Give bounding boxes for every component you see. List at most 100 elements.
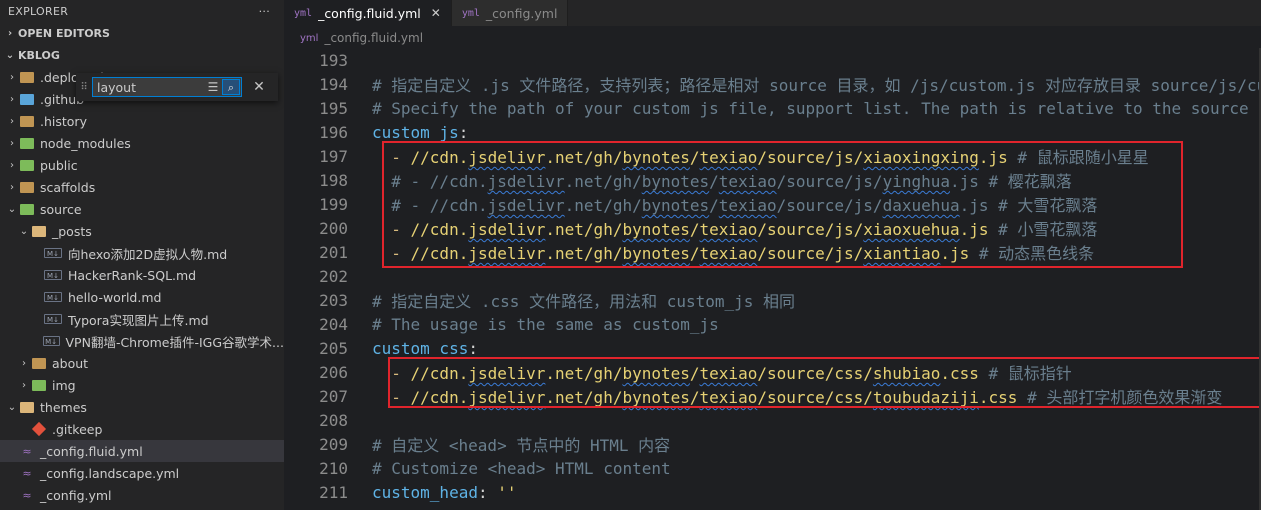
line-number: 198 bbox=[319, 170, 348, 190]
code-line[interactable]: 207 - //cdn.jsdelivr.net/gh/bynotes/texi… bbox=[284, 384, 1261, 408]
code-line[interactable]: 198 # - //cdn.jsdelivr.net/gh/bynotes/te… bbox=[284, 168, 1261, 192]
line-content: - //cdn.jsdelivr.net/gh/bynotes/texiao/s… bbox=[372, 360, 1072, 384]
code-token: yinghua bbox=[882, 172, 950, 191]
tree-item[interactable]: › about bbox=[0, 352, 284, 374]
chevron-down-icon: ⌄ bbox=[19, 225, 29, 237]
tab-config-fluid[interactable]: yml _config.fluid.yml ✕ bbox=[284, 0, 452, 26]
code-line[interactable]: 195 # Specify the path of your custom js … bbox=[284, 96, 1261, 120]
drag-handle-icon[interactable]: ⠿ bbox=[78, 82, 90, 93]
code-token: xiaoxuehua bbox=[863, 220, 960, 239]
fuzzy-match-icon[interactable]: ⌕ bbox=[222, 79, 240, 95]
open-editors-section[interactable]: › OPEN EDITORS bbox=[0, 22, 284, 44]
tree-item[interactable]: › .history bbox=[0, 110, 284, 132]
tree-item[interactable]: M↓ 向hexo添加2D虚拟人物.md bbox=[0, 242, 284, 264]
tree-item[interactable]: M↓ HackerRank-SQL.md bbox=[0, 264, 284, 286]
chevron-down-icon: ⌄ bbox=[5, 49, 15, 61]
line-content: # - //cdn.jsdelivr.net/gh/bynotes/texiao… bbox=[372, 168, 1072, 192]
filter-icon[interactable]: ☰ bbox=[204, 80, 222, 94]
tree-item[interactable]: ≈ _config.yml bbox=[0, 484, 284, 506]
more-actions-icon[interactable]: ··· bbox=[259, 5, 270, 18]
code-line[interactable]: 212 bbox=[284, 504, 1261, 510]
code-token: / bbox=[689, 388, 700, 407]
code-token: custom_head bbox=[372, 482, 478, 502]
code-token: /source/css/ bbox=[757, 388, 873, 407]
tree-item[interactable]: M↓ hello-world.md bbox=[0, 286, 284, 308]
tree-find-input[interactable]: layout ☰ ⌕ bbox=[92, 77, 242, 97]
breadcrumb-file[interactable]: _config.fluid.yml bbox=[324, 31, 423, 45]
tree-item[interactable]: › public bbox=[0, 154, 284, 176]
public-folder-icon bbox=[20, 159, 34, 171]
project-section[interactable]: ⌄ KBLOG bbox=[0, 44, 284, 66]
code-line[interactable]: 210 # Customize <head> HTML content bbox=[284, 456, 1261, 480]
tab-label: _config.fluid.yml bbox=[318, 5, 421, 21]
tree-item[interactable]: ⌄ _posts bbox=[0, 220, 284, 242]
tree-item[interactable]: › img bbox=[0, 374, 284, 396]
code-token: //cdn. bbox=[410, 364, 469, 383]
close-tab-icon[interactable]: ✕ bbox=[431, 6, 441, 20]
code-token: texiao bbox=[699, 148, 758, 167]
code-token: / bbox=[709, 196, 719, 215]
code-token: # 小雪花飘落 bbox=[998, 220, 1098, 239]
tree-item[interactable]: › scaffolds bbox=[0, 176, 284, 198]
tree-find-value[interactable]: layout bbox=[93, 80, 204, 95]
code-line[interactable]: 209 # 自定义 <head> 节点中的 HTML 内容 bbox=[284, 432, 1261, 456]
line-number: 202 bbox=[319, 266, 348, 286]
code-token: '' bbox=[497, 482, 517, 502]
tree-item[interactable]: .gitkeep bbox=[0, 418, 284, 440]
line-number: 200 bbox=[319, 218, 348, 238]
chevron-right-icon: › bbox=[10, 181, 14, 193]
code-line[interactable]: 202 bbox=[284, 264, 1261, 288]
code-token: jsdelivr bbox=[468, 388, 546, 407]
code-line[interactable]: 199 # - //cdn.jsdelivr.net/gh/bynotes/te… bbox=[284, 192, 1261, 216]
code-line[interactable]: 204 # The usage is the same as custom_js bbox=[284, 312, 1261, 336]
tree-item[interactable]: › node_modules bbox=[0, 132, 284, 154]
close-icon[interactable]: ✕ bbox=[248, 79, 270, 95]
line-number: 201 bbox=[319, 242, 348, 262]
project-label: KBLOG bbox=[18, 48, 60, 62]
tree-item[interactable]: ≈ _config.fluid.yml bbox=[0, 440, 284, 462]
chevron-right-icon: › bbox=[10, 137, 14, 149]
tab-config[interactable]: yml _config.yml bbox=[451, 0, 569, 26]
tree-item[interactable]: ⌄ themes bbox=[0, 396, 284, 418]
chevron-right-icon: › bbox=[22, 379, 26, 391]
markdown-icon: M↓ bbox=[44, 292, 62, 302]
code-token: texiao bbox=[718, 172, 777, 191]
line-content: # Customize <head> HTML content bbox=[372, 459, 671, 478]
code-line[interactable]: 197 - //cdn.jsdelivr.net/gh/bynotes/texi… bbox=[284, 144, 1261, 168]
tree-item[interactable]: M↓ Typora实现图片上传.md bbox=[0, 308, 284, 330]
tree-find-widget: ⠿ layout ☰ ⌕ ✕ bbox=[76, 73, 278, 101]
code-line[interactable]: 193 bbox=[284, 48, 1261, 72]
code-token: / bbox=[709, 172, 719, 191]
code-editor[interactable]: 193 194 # 指定自定义 .js 文件路径，支持列表；路径是相对 source… bbox=[284, 48, 1261, 510]
code-token: jsdelivr bbox=[468, 148, 546, 167]
tree-item-label: public bbox=[40, 157, 78, 173]
code-line[interactable]: 203 # 指定自定义 .css 文件路径，用法和 custom_js 相同 bbox=[284, 288, 1261, 312]
markdown-icon: M↓ bbox=[42, 336, 60, 346]
tree-item-label: source bbox=[40, 201, 82, 217]
tab-label: _config.yml bbox=[485, 5, 558, 21]
tree-item[interactable]: ⌄ source bbox=[0, 198, 284, 220]
chevron-right-icon: › bbox=[7, 27, 13, 39]
tree-item[interactable]: ≈ _config.landscape.yml bbox=[0, 462, 284, 484]
code-token: /source/js/ bbox=[757, 244, 864, 263]
breadcrumb[interactable]: yml _config.fluid.yml bbox=[284, 26, 1261, 50]
chevron-right-icon: › bbox=[22, 357, 26, 369]
code-line[interactable]: 200 - //cdn.jsdelivr.net/gh/bynotes/texi… bbox=[284, 216, 1261, 240]
code-token: / bbox=[689, 244, 700, 263]
code-line[interactable]: 211 custom_head: '' bbox=[284, 480, 1261, 504]
yaml-icon: yml bbox=[461, 7, 480, 19]
line-number: 193 bbox=[319, 50, 348, 70]
code-line[interactable]: 205 custom_css: bbox=[284, 336, 1261, 360]
code-line[interactable]: 194 # 指定自定义 .js 文件路径，支持列表；路径是相对 source 目录… bbox=[284, 72, 1261, 96]
code-line[interactable]: 208 bbox=[284, 408, 1261, 432]
code-token: - bbox=[372, 148, 411, 167]
line-content: - //cdn.jsdelivr.net/gh/bynotes/texiao/s… bbox=[372, 240, 1094, 264]
code-line[interactable]: 196 custom_js: bbox=[284, 120, 1261, 144]
line-number: 212 bbox=[284, 507, 372, 510]
tree-item-label: node_modules bbox=[40, 135, 131, 151]
code-line[interactable]: 206 - //cdn.jsdelivr.net/gh/bynotes/texi… bbox=[284, 360, 1261, 384]
code-token: - bbox=[372, 244, 411, 263]
code-line[interactable]: 201 - //cdn.jsdelivr.net/gh/bynotes/texi… bbox=[284, 240, 1261, 264]
tree-item[interactable]: M↓ VPN翻墙-Chrome插件-IGG谷歌学术... bbox=[0, 330, 284, 352]
code-token: # Specify the path of your custom js fil… bbox=[372, 98, 1261, 118]
